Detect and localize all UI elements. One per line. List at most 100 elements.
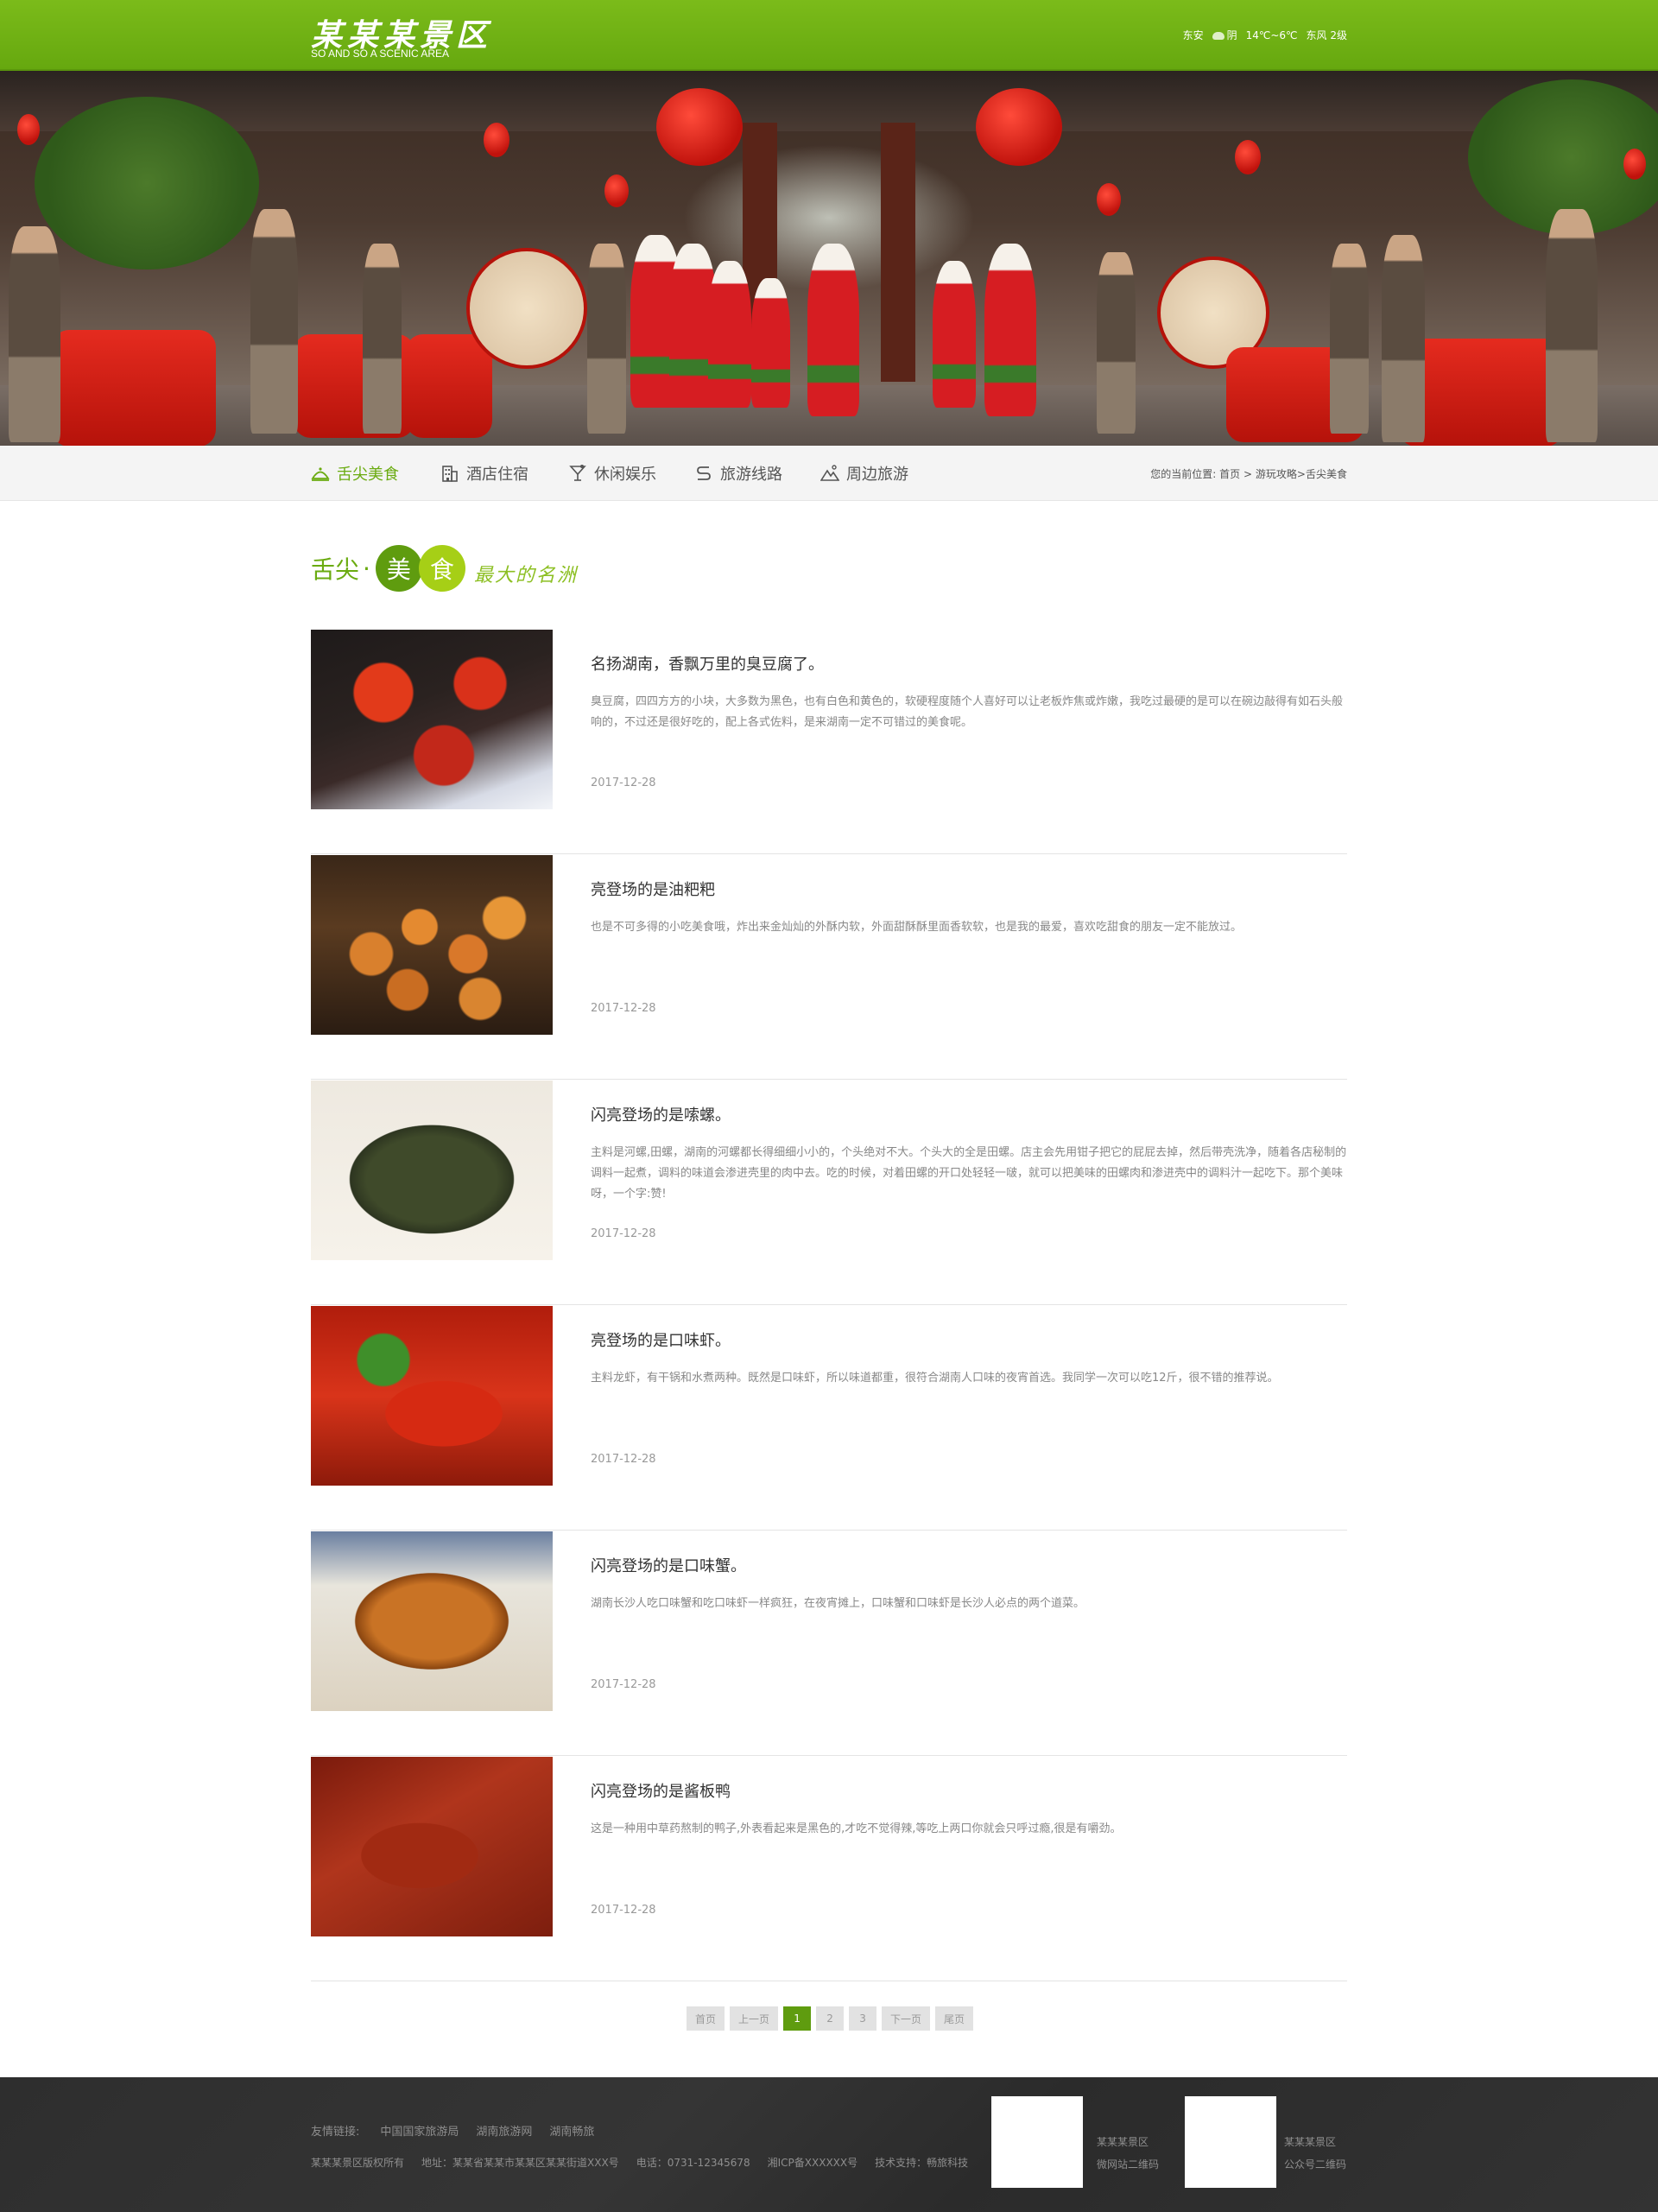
article-thumbnail[interactable]: [311, 630, 553, 809]
article-title[interactable]: 闪亮登场的是嗦螺。: [591, 1103, 731, 1125]
qr-caption: 某某某景区 公众号二维码: [1284, 2131, 1346, 2176]
article-thumbnail[interactable]: [311, 1306, 553, 1486]
article-title[interactable]: 名扬湖南，香飘万里的臭豆腐了。: [591, 652, 824, 675]
banner-drummer: [1382, 235, 1425, 442]
last-page-button[interactable]: 尾页: [935, 2006, 974, 2031]
duck-image: [311, 1757, 553, 1936]
banner-drummer: [587, 244, 626, 434]
page-button[interactable]: 2: [816, 2006, 845, 2031]
section-title-circle: 美: [375, 545, 422, 592]
copyright-text: 某某某景区版权所有: [311, 2157, 405, 2169]
article-date: 2017-12-28: [591, 1904, 656, 1917]
friend-links-label: 友情链接:: [311, 2126, 360, 2139]
banner-lantern: [656, 88, 743, 166]
category-nav: 舌尖美食 酒店住宿 休闲娱乐 旅游线路 周边旅游 您的当前位置: 首页 > 游玩…: [0, 446, 1658, 501]
nav-item-leisure[interactable]: 休闲娱乐: [568, 446, 656, 501]
next-page-button[interactable]: 下一页: [882, 2006, 931, 2031]
section-slogan: 最大的名洲: [473, 565, 578, 586]
friend-links: 友情链接: 中国国家旅游局 湖南旅游网 湖南畅旅: [311, 2122, 594, 2139]
weather-temp: 14℃~6℃: [1245, 29, 1298, 41]
weather-wind: 东风 2级: [1306, 29, 1347, 41]
list-item: 亮登场的是口味虾。 主料龙虾，有干锅和水煮两种。既然是口味虾，所以味道都重，很符…: [311, 1306, 1347, 1531]
banner-lantern: [976, 88, 1062, 166]
nav-item-routes[interactable]: 旅游线路: [694, 446, 782, 501]
friend-link[interactable]: 湖南畅旅: [549, 2122, 594, 2139]
qr-name: 某某某景区: [1284, 2136, 1337, 2148]
banner-drum-face: [466, 248, 587, 369]
article-description: 主料是河螺,田螺，湖南的河螺都长得细细小小的，个头绝对不大。个头大的全是田螺。店…: [591, 1146, 1347, 1201]
banner-dancer: [708, 261, 751, 408]
nav-item-label: 舌尖美食: [337, 466, 399, 484]
site-header: 某某某景区 SO AND SO A SCENIC AREA 东安 阴 14℃~6…: [0, 0, 1658, 71]
pagination: 首页 上一页 1 2 3 下一页 尾页: [687, 2006, 974, 2031]
crab-image: [311, 1531, 553, 1711]
qr-caption: 某某某景区 微网站二维码: [1097, 2131, 1159, 2176]
banner-drummer: [250, 209, 298, 434]
page-button[interactable]: 3: [849, 2006, 877, 2031]
qr-name: 某某某景区: [1097, 2136, 1149, 2148]
banner-drummer: [9, 226, 60, 442]
support-text: 技术支持：畅旅科技: [875, 2157, 969, 2169]
nav-item-label: 旅游线路: [720, 466, 782, 484]
fried-dough-image: [311, 855, 553, 1035]
article-date: 2017-12-28: [591, 1678, 656, 1691]
list-item: 闪亮登场的是酱板鸭 这是一种用中草药熬制的鸭子,外表看起来是黑色的,才吃不觉得辣…: [311, 1757, 1347, 1981]
friend-link[interactable]: 中国国家旅游局: [380, 2122, 459, 2139]
nav-item-hotel[interactable]: 酒店住宿: [440, 446, 528, 501]
article-thumbnail[interactable]: [311, 855, 553, 1035]
friend-link[interactable]: 湖南旅游网: [476, 2122, 532, 2139]
article-thumbnail[interactable]: [311, 1757, 553, 1936]
article-thumbnail[interactable]: [311, 1531, 553, 1711]
banner-dancer: [933, 261, 976, 408]
qr-code-image: [1185, 2096, 1276, 2188]
banner-lantern: [1623, 149, 1646, 180]
breadcrumb-prefix: 您的当前位置:: [1150, 468, 1217, 480]
breadcrumb-separator: >: [1244, 468, 1253, 480]
hotel-icon: [440, 464, 459, 483]
nav-item-nearby[interactable]: 周边旅游: [820, 446, 908, 501]
hero-banner-image: [0, 71, 1658, 446]
qr-code-image: [991, 2096, 1083, 2188]
nav-item-food[interactable]: 舌尖美食: [311, 446, 399, 501]
mountain-icon: [820, 464, 840, 483]
qr-label: 公众号二维码: [1284, 2158, 1347, 2171]
list-item: 闪亮登场的是嗦螺。 主料是河螺,田螺，湖南的河螺都长得细细小小的，个头绝对不大。…: [311, 1081, 1347, 1305]
food-icon: [311, 464, 330, 483]
banner-drummer: [1330, 244, 1369, 434]
article-description: 也是不可多得的小吃美食哦，炸出来金灿灿的外酥内软，外面甜酥酥里面香软软，也是我的…: [591, 921, 1243, 934]
banner-lantern: [604, 174, 629, 207]
nav-item-label: 周边旅游: [846, 466, 908, 484]
banner-dancer: [984, 244, 1036, 416]
banner-dancer: [807, 244, 859, 416]
banner-drummer: [1097, 252, 1136, 434]
article-thumbnail[interactable]: [311, 1081, 553, 1260]
weather-condition-wrap: 阴: [1212, 28, 1237, 42]
breadcrumb-separator: >: [1296, 468, 1306, 480]
article-title[interactable]: 亮登场的是口味虾。: [591, 1328, 731, 1351]
article-title[interactable]: 闪亮登场的是口味蟹。: [591, 1554, 746, 1576]
crayfish-image: [311, 1306, 553, 1486]
banner-lantern: [17, 114, 40, 145]
banner-dancer: [751, 278, 790, 408]
icp-text[interactable]: 湘ICP备XXXXXX号: [768, 2155, 857, 2170]
phone-text: 电话：0731-12345678: [636, 2157, 750, 2169]
article-date: 2017-12-28: [591, 776, 656, 789]
article-title[interactable]: 亮登场的是油粑粑: [591, 878, 715, 900]
prev-page-button[interactable]: 上一页: [730, 2006, 779, 2031]
banner-lantern: [1235, 140, 1261, 174]
article-description: 湖南长沙人吃口味蟹和吃口味虾一样疯狂，在夜宵摊上，口味蟹和口味虾是长沙人必点的两…: [591, 1597, 1085, 1610]
section-title: 舌尖 · 美 食 最大的名洲: [311, 542, 578, 594]
first-page-button[interactable]: 首页: [687, 2006, 725, 2031]
snails-image: [311, 1081, 553, 1260]
breadcrumb-home[interactable]: 首页: [1219, 468, 1240, 480]
page-button-current[interactable]: 1: [783, 2006, 812, 2031]
article-title[interactable]: 闪亮登场的是酱板鸭: [591, 1779, 731, 1802]
list-item: 闪亮登场的是口味蟹。 湖南长沙人吃口味蟹和吃口味虾一样疯狂，在夜宵摊上，口味蟹和…: [311, 1531, 1347, 1756]
weather-widget: 东安 阴 14℃~6℃ 东风 2级: [1183, 28, 1347, 42]
weather-condition: 阴: [1226, 29, 1237, 41]
qr-label: 微网站二维码: [1097, 2158, 1160, 2171]
breadcrumb-section[interactable]: 游玩攻略: [1256, 468, 1297, 480]
breadcrumb: 您的当前位置: 首页 > 游玩攻略>舌尖美食: [1150, 466, 1347, 481]
cloud-icon: [1212, 32, 1225, 40]
address-text: 地址：某某省某某市某某区某某街道XXX号: [421, 2157, 619, 2169]
